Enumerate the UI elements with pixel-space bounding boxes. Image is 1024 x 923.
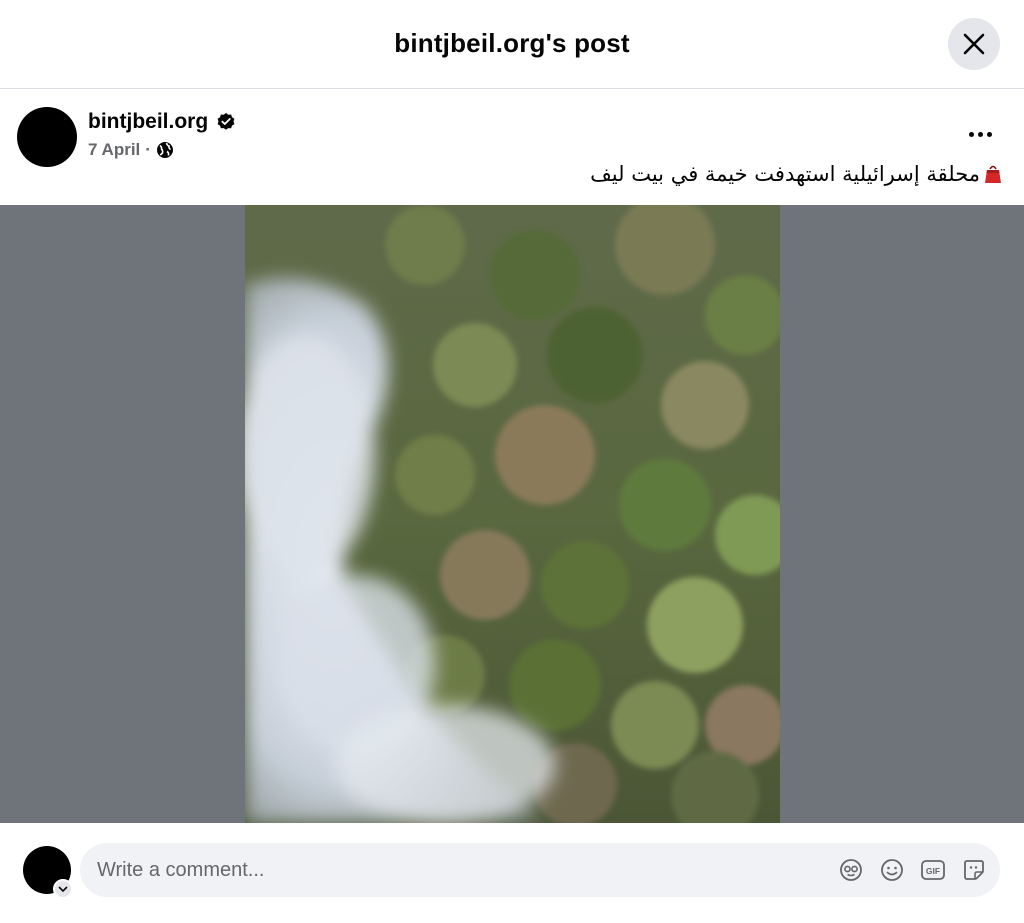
globe-icon[interactable] (156, 141, 174, 159)
post-date[interactable]: 7 April (88, 140, 140, 160)
post-header: bintjbeil.org 7 April · محلقة إسرائيلية … (0, 90, 1024, 205)
red-bag-emoji-icon (985, 165, 1001, 183)
dialog-header: bintjbeil.org's post (0, 0, 1024, 89)
close-button[interactable] (948, 18, 1000, 70)
post-message: محلقة إسرائيلية استهدفت خيمة في بيت ليف (590, 162, 1002, 186)
emoji-icon (881, 859, 903, 881)
comment-input[interactable] (97, 843, 797, 897)
comment-box: GIF (80, 843, 1000, 897)
avatar-sticker-icon (840, 859, 862, 881)
verified-badge-icon (217, 113, 235, 130)
emoji-button[interactable] (879, 857, 905, 883)
gif-button[interactable]: GIF (920, 857, 946, 883)
chevron-down-icon (58, 886, 68, 893)
post-video[interactable] (245, 205, 780, 823)
profile-switch-button[interactable] (53, 879, 73, 899)
gif-icon: GIF (921, 860, 945, 880)
post-meta: 7 April · (88, 140, 174, 160)
sticker-button[interactable] (961, 857, 987, 883)
author-row: bintjbeil.org (88, 110, 236, 134)
more-dot-icon (977, 131, 983, 137)
comment-composer: GIF (0, 823, 1024, 923)
dialog-title: bintjbeil.org's post (394, 28, 630, 58)
meta-separator: · (145, 140, 151, 159)
more-dot-icon (968, 131, 974, 137)
avatar-sticker-button[interactable] (838, 857, 864, 883)
post-text: محلقة إسرائيلية استهدفت خيمة في بيت ليف (590, 162, 980, 186)
more-dot-icon (986, 131, 992, 137)
author-name[interactable]: bintjbeil.org (88, 110, 208, 134)
more-options-button[interactable] (962, 122, 998, 146)
close-icon (963, 33, 985, 55)
sticker-icon (964, 860, 984, 880)
author-avatar[interactable] (17, 107, 77, 167)
media-area (0, 205, 1024, 823)
gif-label: GIF (926, 866, 940, 876)
